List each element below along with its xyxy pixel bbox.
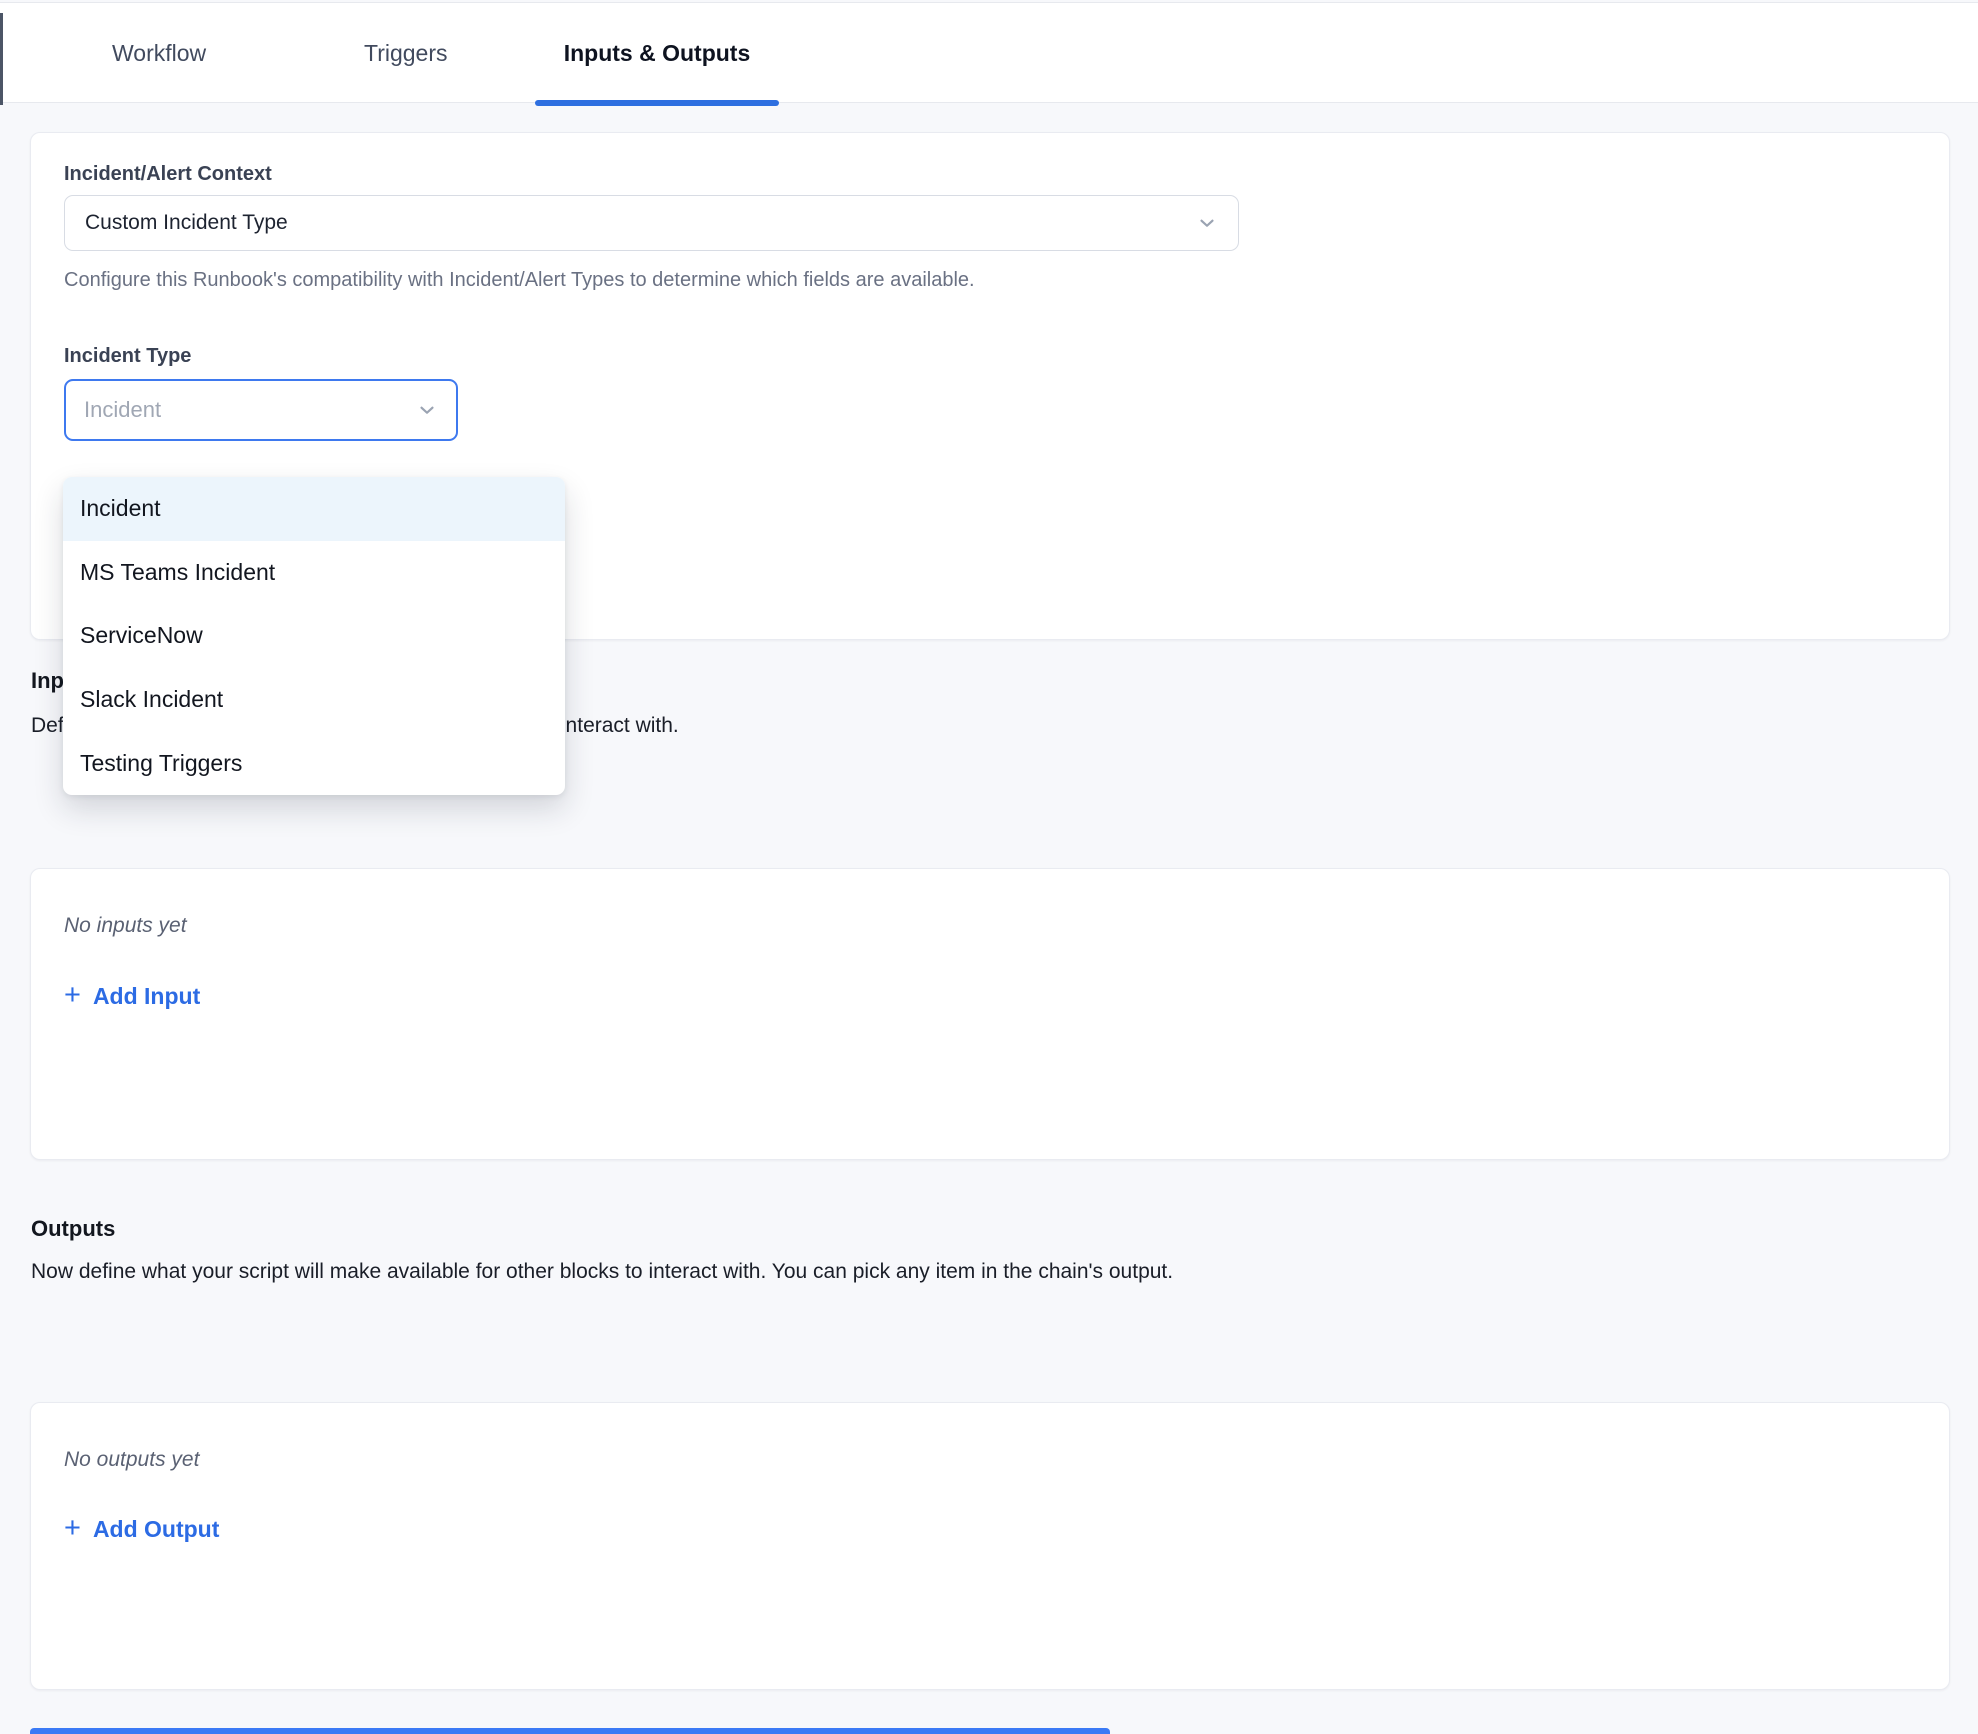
tab-triggers[interactable]: Triggers (364, 3, 448, 103)
menu-option-servicenow[interactable]: ServiceNow (63, 604, 565, 668)
incident-alert-context-select[interactable]: Custom Incident Type (64, 195, 1239, 251)
chevron-down-icon (416, 399, 438, 421)
window-left-edge (0, 13, 3, 105)
outputs-section-description: Now define what your script will make av… (31, 1260, 1173, 1284)
add-input-label: Add Input (93, 983, 200, 1010)
incident-alert-context-label: Incident/Alert Context (64, 163, 272, 186)
bottom-button-edge (30, 1728, 1110, 1734)
tab-workflow[interactable]: Workflow (112, 3, 206, 103)
active-tab-indicator (535, 100, 779, 106)
menu-option-incident[interactable]: Incident (63, 477, 565, 541)
inputs-empty-card: No inputs yet + Add Input (30, 868, 1950, 1160)
menu-option-slack-incident[interactable]: Slack Incident (63, 668, 565, 732)
tab-inputs-outputs[interactable]: Inputs & Outputs (535, 3, 779, 103)
add-output-button[interactable]: + Add Output (64, 1515, 219, 1544)
incident-type-select[interactable]: Incident (64, 379, 458, 441)
plus-icon: + (64, 1514, 81, 1543)
incident-type-placeholder: Incident (84, 397, 416, 423)
incident-type-label: Incident Type (64, 345, 191, 368)
tab-bar: Workflow Triggers Inputs & Outputs (0, 2, 1978, 103)
chevron-down-icon (1196, 212, 1218, 234)
no-inputs-text: No inputs yet (64, 914, 187, 938)
plus-icon: + (64, 981, 81, 1010)
outputs-empty-card: No outputs yet + Add Output (30, 1402, 1950, 1690)
menu-option-ms-teams-incident[interactable]: MS Teams Incident (63, 541, 565, 605)
add-output-label: Add Output (93, 1516, 219, 1543)
add-input-button[interactable]: + Add Input (64, 982, 200, 1011)
incident-alert-context-help: Configure this Runbook's compatibility w… (64, 269, 975, 292)
no-outputs-text: No outputs yet (64, 1448, 199, 1472)
incident-alert-context-value: Custom Incident Type (85, 211, 1196, 235)
menu-option-testing-triggers[interactable]: Testing Triggers (63, 731, 565, 795)
outputs-section-title: Outputs (31, 1216, 115, 1242)
incident-type-dropdown-menu: Incident MS Teams Incident ServiceNow Sl… (63, 477, 565, 795)
